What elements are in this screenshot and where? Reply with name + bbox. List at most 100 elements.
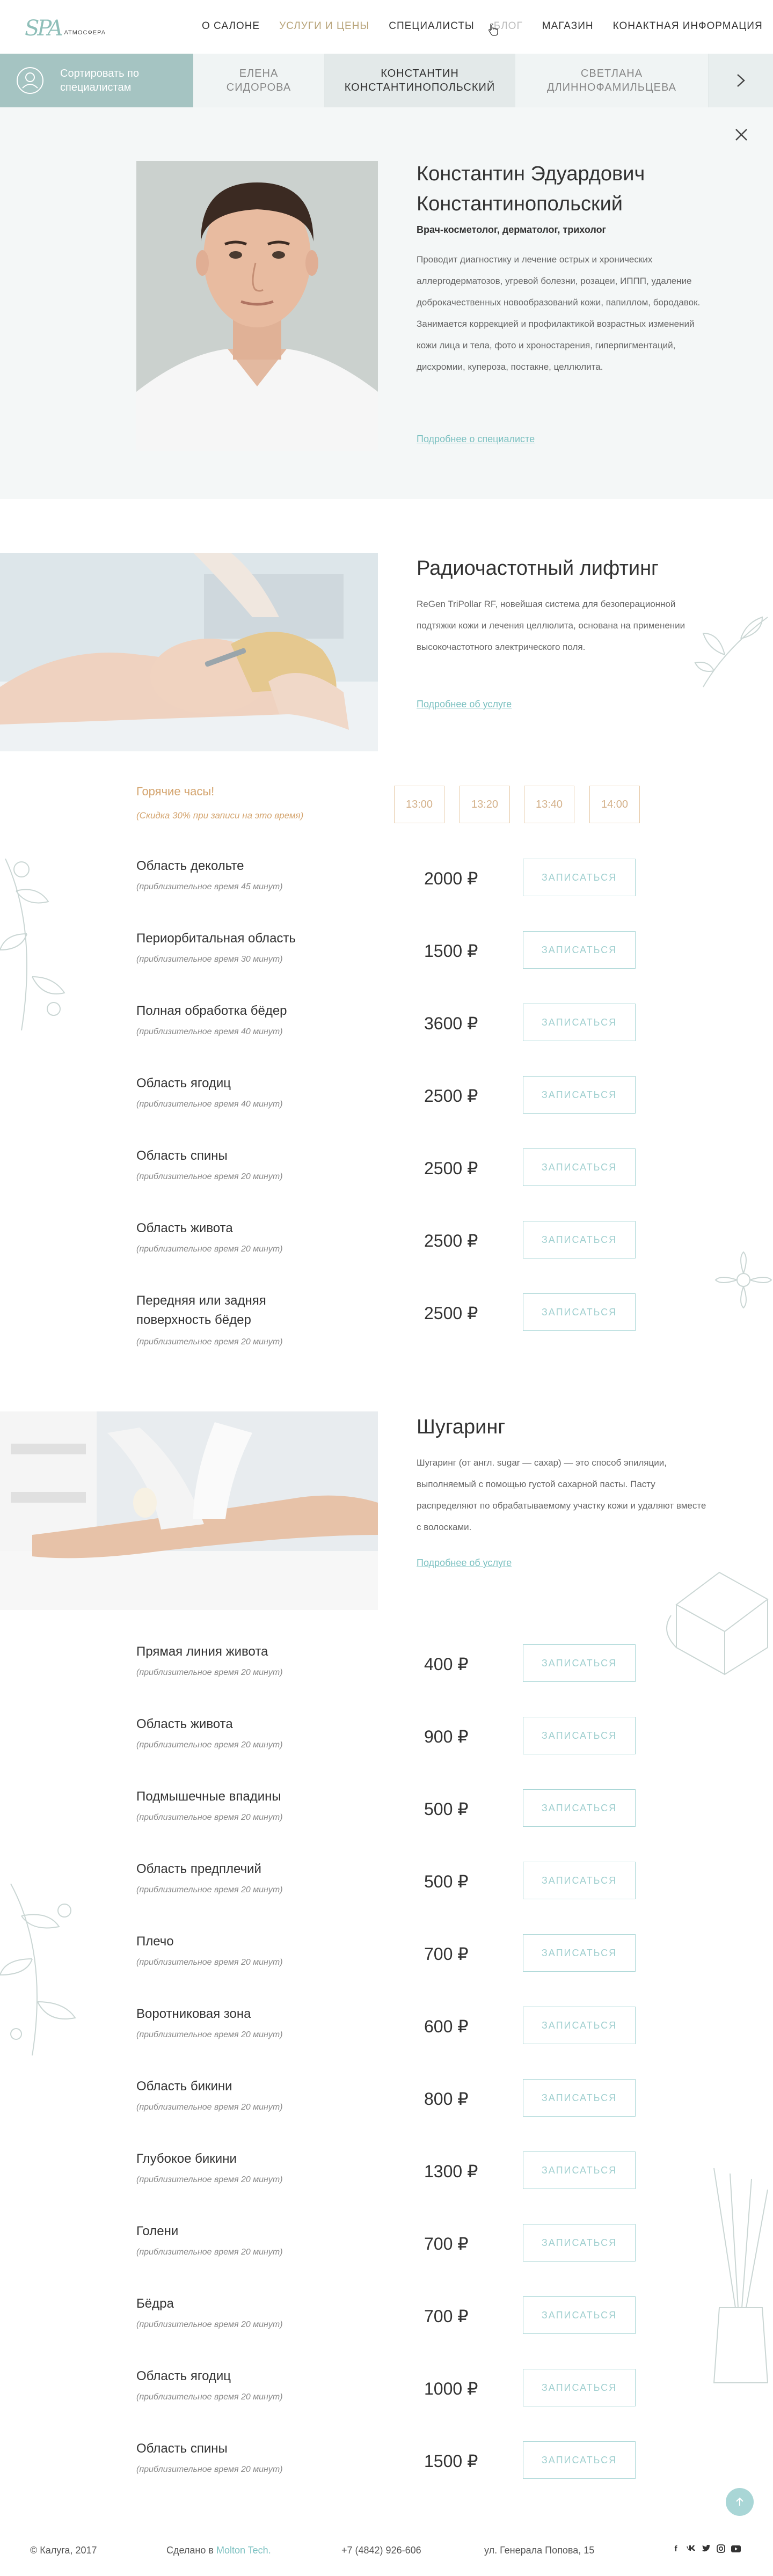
time-slot-button[interactable]: 14:00 <box>589 786 640 823</box>
footer-phone[interactable]: +7 (4842) 926-606 <box>341 2545 421 2556</box>
service-price: 800 ₽ <box>424 2089 469 2109</box>
floral-decoration-icon <box>0 1883 76 2056</box>
service-duration: (приблизительное время 20 минут) <box>136 1172 283 1181</box>
service-price: 2000 ₽ <box>424 869 478 888</box>
book-button[interactable]: ЗАПИСАТЬСЯ <box>523 2224 636 2262</box>
book-button[interactable]: ЗАПИСАТЬСЯ <box>523 2079 636 2117</box>
specialist-name: Константин Эдуардович Константинопольски… <box>417 163 645 215</box>
book-button[interactable]: ЗАПИСАТЬСЯ <box>523 1789 636 1827</box>
service-name: Плечо <box>136 1934 174 1949</box>
twitter-icon[interactable] <box>701 2544 711 2553</box>
book-button[interactable]: ЗАПИСАТЬСЯ <box>523 2007 636 2044</box>
service-price: 3600 ₽ <box>424 1014 478 1033</box>
book-button[interactable]: ЗАПИСАТЬСЯ <box>523 1862 636 1899</box>
logo-mark: SPA <box>25 16 63 41</box>
book-button[interactable]: ЗАПИСАТЬСЯ <box>523 931 636 969</box>
service-duration: (приблизительное время 20 минут) <box>136 2103 283 2112</box>
service-price: 1300 ₽ <box>424 2162 478 2181</box>
service-duration: (приблизительное время 45 минут) <box>136 882 283 891</box>
nav-specialists[interactable]: СПЕЦИАЛИСТЫ <box>389 20 475 32</box>
specialist-tab-dlinnofamiltseva[interactable]: СВЕТЛАНА ДЛИННОФАМИЛЬЦЕВА <box>515 54 709 107</box>
service-duration: (приблизительное время 20 минут) <box>136 1958 283 1967</box>
specialist-tab-label: КОНСТАНТИН КОНСТАНТИНОПОЛЬСКИЙ <box>344 68 495 93</box>
book-button[interactable]: ЗАПИСАТЬСЯ <box>523 1148 636 1186</box>
hot-hours-title: Горячие часы! <box>136 785 215 798</box>
time-slot-button[interactable]: 13:20 <box>460 786 510 823</box>
book-button[interactable]: ЗАПИСАТЬСЯ <box>523 1076 636 1114</box>
rf-lifting-title: Радиочастотный лифтинг <box>417 557 659 580</box>
book-button[interactable]: ЗАПИСАТЬСЯ <box>523 859 636 896</box>
rf-lifting-description: ReGen TriPollar RF, новейшая система для… <box>417 599 686 652</box>
facebook-icon[interactable]: f <box>671 2544 681 2553</box>
specialist-bar: Сортировать по специалистам ЕЛЕНА СИДОРО… <box>0 54 773 107</box>
floral-decoration-icon <box>0 858 65 1031</box>
candle-decoration-icon <box>666 1571 769 1675</box>
made-by-brand-link[interactable]: Molton Tech. <box>216 2545 271 2556</box>
service-price: 2500 ₽ <box>424 1231 478 1250</box>
reed-diffuser-decoration-icon <box>713 2168 769 2383</box>
service-name: Периорбитальная область <box>136 931 296 946</box>
youtube-icon[interactable] <box>731 2544 741 2553</box>
nav-about[interactable]: О САЛОНЕ <box>202 20 260 32</box>
service-price: 1500 ₽ <box>424 941 478 961</box>
service-price: 400 ₽ <box>424 1655 469 1674</box>
book-button[interactable]: ЗАПИСАТЬСЯ <box>523 1221 636 1258</box>
book-button[interactable]: ЗАПИСАТЬСЯ <box>523 2296 636 2334</box>
nav-services[interactable]: УСЛУГИ И ЦЕНЫ <box>279 20 369 32</box>
specialist-details-link[interactable]: Подробнее о специалисте <box>417 434 535 445</box>
service-name: Полная обработка бёдер <box>136 1004 287 1018</box>
time-slot-button[interactable]: 13:40 <box>524 786 574 823</box>
service-price: 700 ₽ <box>424 2234 469 2253</box>
service-duration: (приблизительное время 20 минут) <box>136 2248 283 2257</box>
sugaring-title: Шугаринг <box>417 1416 506 1438</box>
service-price: 1500 ₽ <box>424 2451 478 2471</box>
made-by-prefix: Сделано в <box>166 2545 214 2556</box>
time-slot-button[interactable]: 13:00 <box>394 786 444 823</box>
floral-decoration-icon <box>694 616 768 687</box>
service-name: Область ягодиц <box>136 1076 231 1091</box>
made-by: Сделано в Molton Tech. <box>166 2545 271 2556</box>
logo[interactable]: SPA АТМОСФЕРА <box>25 15 111 42</box>
service-price: 700 ₽ <box>424 1944 469 1964</box>
sort-by-specialist-button[interactable]: Сортировать по специалистам <box>0 54 193 107</box>
arrow-up-icon <box>736 2497 743 2506</box>
service-name: Подмышечные впадины <box>136 1789 281 1804</box>
book-button[interactable]: ЗАПИСАТЬСЯ <box>523 1644 636 1682</box>
book-button[interactable]: ЗАПИСАТЬСЯ <box>523 1004 636 1041</box>
service-duration: (приблизительное время 20 минут) <box>136 2030 283 2039</box>
scroll-to-top-button[interactable] <box>726 2488 754 2516</box>
book-button[interactable]: ЗАПИСАТЬСЯ <box>523 2441 636 2479</box>
instagram-icon[interactable] <box>716 2544 726 2553</box>
specialist-tab-sidorova[interactable]: ЕЛЕНА СИДОРОВА <box>193 54 325 107</box>
service-name: Бёдра <box>136 2296 174 2311</box>
service-duration: (приблизительное время 30 минут) <box>136 955 283 964</box>
service-duration: (приблизительное время 20 минут) <box>136 2465 283 2474</box>
service-name: Прямая линия живота <box>136 1644 268 1659</box>
service-duration: (приблизительное время 20 минут) <box>136 1337 283 1346</box>
next-specialist-button[interactable] <box>709 54 773 107</box>
service-price: 2500 ₽ <box>424 1159 478 1178</box>
book-button[interactable]: ЗАПИСАТЬСЯ <box>523 2369 636 2406</box>
site-footer: © Калуга, 2017 Сделано в Molton Tech. +7… <box>0 2522 773 2576</box>
book-button[interactable]: ЗАПИСАТЬСЯ <box>523 1293 636 1331</box>
chevron-right-icon <box>737 74 745 87</box>
sugaring-description: Шугаринг (от англ. sugar — сахар) — это … <box>417 1458 706 1532</box>
sugaring-photo <box>0 1411 378 1610</box>
nav-shop[interactable]: МАГАЗИН <box>542 20 594 32</box>
service-name: Глубокое бикини <box>136 2151 237 2166</box>
vk-icon[interactable] <box>686 2544 696 2553</box>
book-button[interactable]: ЗАПИСАТЬСЯ <box>523 1934 636 1972</box>
service-price: 2500 ₽ <box>424 1304 478 1323</box>
flower-decoration-icon <box>714 1251 772 1309</box>
rf-lifting-details-link[interactable]: Подробнее об услуге <box>417 699 512 710</box>
book-button[interactable]: ЗАПИСАТЬСЯ <box>523 1717 636 1754</box>
specialist-tab-label: СВЕТЛАНА ДЛИННОФАМИЛЬЦЕВА <box>546 68 677 93</box>
user-icon <box>17 67 43 94</box>
nav-contacts[interactable]: КОНАКТНАЯ ИНФОРМАЦИЯ <box>613 20 763 32</box>
close-icon[interactable] <box>733 127 749 143</box>
sugaring-details-link[interactable]: Подробнее об услуге <box>417 1557 512 1569</box>
book-button[interactable]: ЗАПИСАТЬСЯ <box>523 2151 636 2189</box>
specialist-role: Врач-косметолог, дерматолог, трихолог <box>417 224 607 235</box>
specialist-tab-konstantinopolsky[interactable]: КОНСТАНТИН КОНСТАНТИНОПОЛЬСКИЙ <box>325 54 515 107</box>
specialist-tab-label: ЕЛЕНА СИДОРОВА <box>226 68 291 93</box>
